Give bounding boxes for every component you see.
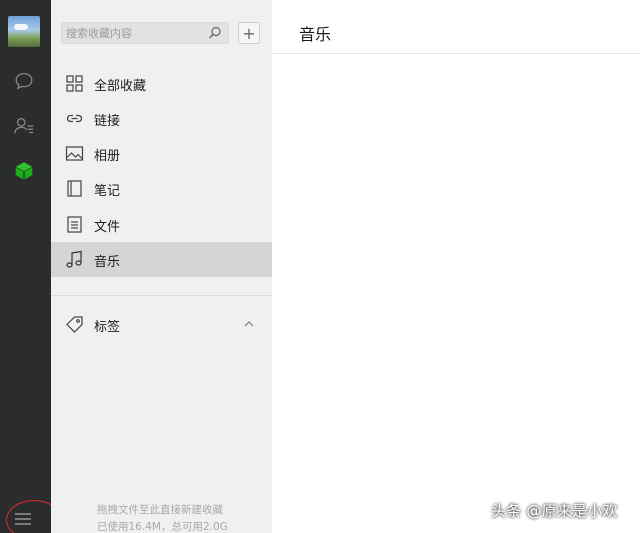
- link-icon: [66, 114, 83, 123]
- divider: [51, 295, 272, 296]
- left-rail: [0, 0, 51, 533]
- nav-item-label: 音乐: [94, 255, 121, 270]
- nav-item-files[interactable]: 文件: [51, 207, 272, 242]
- nav-item-album[interactable]: 相册: [51, 136, 272, 171]
- tag-icon: [66, 316, 83, 333]
- storage-usage: 已使用16.4M，总可用2.0G: [97, 521, 228, 533]
- search-icon[interactable]: [208, 26, 222, 40]
- tags-label: 标签: [94, 320, 121, 335]
- watermark: 头条 @原来是小欢: [491, 502, 618, 520]
- add-button[interactable]: +: [238, 22, 260, 44]
- nav-item-music[interactable]: 音乐: [51, 242, 272, 277]
- contacts-icon[interactable]: [12, 114, 36, 138]
- music-icon: [66, 250, 82, 268]
- nav-item-label: 链接: [94, 114, 121, 129]
- notebook-icon: [67, 180, 82, 197]
- favorites-panel: + 全部收藏 链接 相册: [51, 0, 272, 533]
- chevron-up-icon[interactable]: [243, 318, 255, 330]
- file-icon: [67, 216, 82, 233]
- search-input[interactable]: [66, 25, 206, 41]
- nav-item-label: 全部收藏: [94, 79, 147, 94]
- chat-bubble-icon[interactable]: [12, 69, 36, 93]
- nav-item-all[interactable]: 全部收藏: [51, 66, 272, 101]
- nav-item-label: 相册: [94, 149, 121, 164]
- image-icon: [65, 146, 84, 161]
- content-header: 音乐: [272, 0, 640, 54]
- nav-item-links[interactable]: 链接: [51, 101, 272, 136]
- drop-hint: 拖拽文件至此直接新建收藏: [97, 504, 223, 516]
- avatar[interactable]: [8, 16, 40, 47]
- nav-item-label: 文件: [94, 220, 121, 235]
- page-title: 音乐: [299, 25, 332, 44]
- content-pane: 音乐: [272, 0, 640, 533]
- favorites-cube-icon[interactable]: [12, 159, 36, 183]
- nav-item-notes[interactable]: 笔记: [51, 171, 272, 206]
- tags-section[interactable]: 标签: [51, 307, 272, 342]
- search-box[interactable]: [61, 22, 229, 44]
- grid-icon: [66, 75, 83, 92]
- nav-item-label: 笔记: [94, 184, 121, 199]
